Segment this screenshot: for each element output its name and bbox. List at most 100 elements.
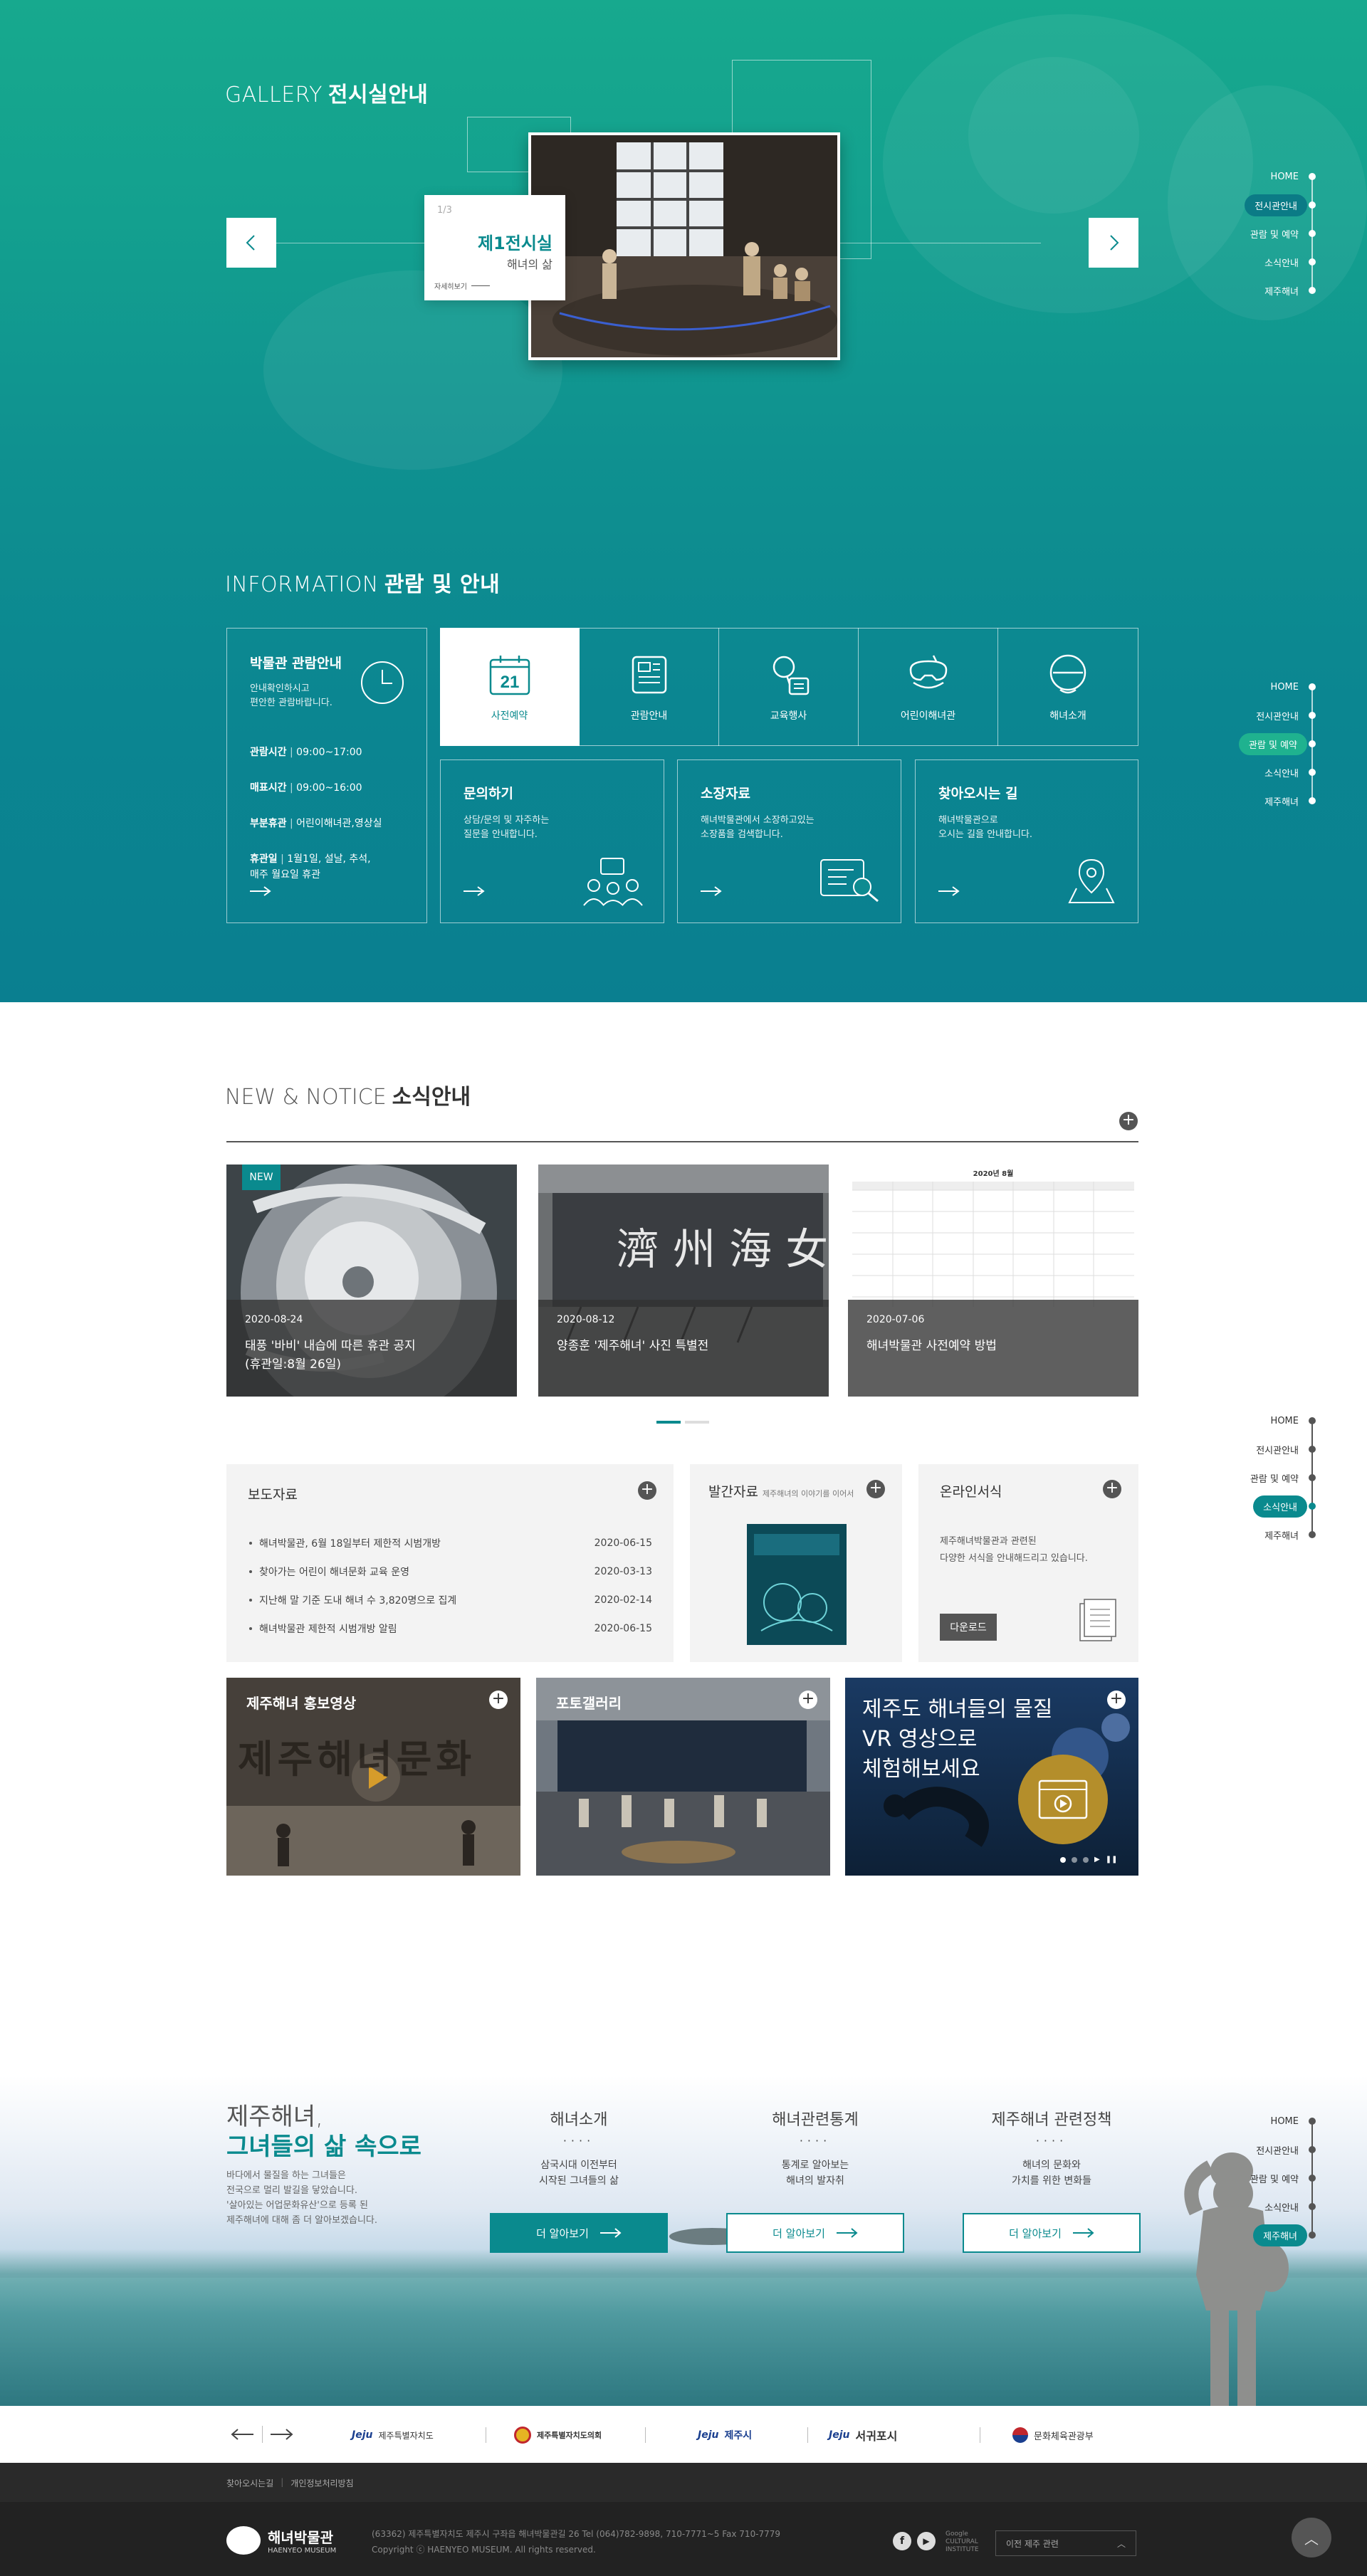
directions-card[interactable]: 찾아오시는 길 해녀박물관으로 오시는 길을 안내합니다. <box>915 759 1138 923</box>
side-nav-visit[interactable]: 관람 및 예약 <box>1193 219 1329 248</box>
dots-divider: ···· <box>1035 2134 1068 2147</box>
haenyeo-desc: 바다에서 물질을 하는 그녀들은 전국으로 멀리 발길을 닿았습니다. '살아있는 … <box>226 2170 378 2226</box>
partner-jeju-province[interactable]: Jeju 제주특별자치도 <box>352 2424 434 2446</box>
side-nav-haenyeo[interactable]: 제주해녀 <box>1193 1520 1329 1549</box>
arrow-left-icon[interactable] <box>229 2427 255 2441</box>
side-nav-news[interactable]: 소식안내 <box>1193 2192 1329 2221</box>
nav-dot <box>1309 2118 1316 2125</box>
exhibition-photo[interactable] <box>528 132 840 360</box>
arrow-right-icon[interactable] <box>269 2427 295 2441</box>
press-panel: 보도자료 + 해녀박물관, 6월 18일부터 제한적 시범개방 2020-06-1… <box>226 1464 674 1662</box>
news-date: 2020-07-06 <box>866 1314 925 1325</box>
side-nav-gallery[interactable]: 전시관안내 <box>1193 1435 1329 1463</box>
slider-indicator-active[interactable] <box>656 1421 681 1424</box>
arrow-right-icon[interactable] <box>250 885 271 897</box>
side-nav-gallery[interactable]: 전시관안내 <box>1193 2135 1329 2164</box>
detail-link[interactable]: 자세히보기 <box>434 280 490 291</box>
pause-icon[interactable]: ❚❚ <box>1106 1856 1118 1863</box>
learn-more-button[interactable]: 더 알아보기 <box>963 2213 1141 2253</box>
learn-more-button[interactable]: 더 알아보기 <box>490 2213 668 2253</box>
google-cultural-institute-logo[interactable]: Google CULTURAL INSTITUTE <box>946 2530 979 2554</box>
quick-link-kids[interactable]: 어린이해녀관 <box>859 628 998 746</box>
slider-indicator[interactable] <box>685 1421 709 1424</box>
card-desc: 상담/문의 및 자주하는 <box>463 815 550 826</box>
nav-dot <box>1309 2175 1316 2182</box>
partner-jeju-city[interactable]: Jeju 제주시 <box>698 2424 752 2446</box>
partner-jeju-council[interactable]: 제주특별자치도의회 <box>514 2424 602 2446</box>
youtube-icon[interactable]: ▶ <box>917 2532 936 2550</box>
news-title-text: 양종훈 '제주해녀' 사진 특별전 <box>557 1339 709 1353</box>
footer-link-privacy[interactable]: 개인정보처리방침 <box>290 2477 353 2489</box>
exhibition-room-card[interactable]: 1/3 제1전시실 해녀의 삶 자세히보기 <box>424 195 565 300</box>
facebook-icon[interactable]: f <box>893 2532 911 2550</box>
vr-pager: ▶ ❚❚ <box>1060 1856 1117 1863</box>
news-card[interactable]: 2020년 8월 2020-07-06 해녀박물관 사전예약 방법 <box>848 1165 1138 1397</box>
side-nav-gallery[interactable]: 전시관안내 <box>1193 701 1329 730</box>
video-more-button[interactable]: + <box>489 1691 508 1709</box>
learn-more-button[interactable]: 더 알아보기 <box>726 2213 904 2253</box>
side-nav-haenyeo[interactable]: 제주해녀 <box>1193 276 1329 305</box>
vr-play-button[interactable] <box>1018 1755 1108 1844</box>
council-emblem-icon <box>514 2427 531 2444</box>
press-item[interactable]: 해녀박물관 제한적 시범개방 알림 2020-06-15 <box>248 1614 652 1643</box>
side-nav-visit[interactable]: 관람 및 예약 <box>1193 1463 1329 1492</box>
quick-link-guide[interactable]: 관람안내 <box>580 628 719 746</box>
pager-dot[interactable] <box>1060 1856 1066 1863</box>
gallery-prev-button[interactable] <box>226 218 276 268</box>
footer-link-directions[interactable]: 찾아오시는길 <box>226 2477 273 2489</box>
press-item[interactable]: 지난해 말 기준 도내 해녀 수 3,820명으로 집계 2020-02-14 <box>248 1586 652 1614</box>
family-site-select[interactable]: 이전 제주 관련 ︿ <box>995 2530 1136 2556</box>
side-nav-visit[interactable]: 관람 및 예약 <box>1193 2164 1329 2192</box>
side-nav-home[interactable]: HOME <box>1193 162 1329 191</box>
photo-gallery-more-button[interactable]: + <box>799 1691 817 1709</box>
news-card[interactable]: NEW 2020-08-24 태풍 '바비' 내습에 따른 휴관 공지 (휴관일:… <box>226 1165 517 1397</box>
partner-seogwipo[interactable]: Jeju 서귀포시 <box>829 2424 897 2446</box>
play-icon[interactable]: ▶ <box>1094 1856 1100 1863</box>
side-nav-home[interactable]: HOME <box>1193 1407 1329 1435</box>
side-nav-home[interactable]: HOME <box>1193 673 1329 701</box>
forms-more-button[interactable]: + <box>1103 1480 1121 1498</box>
logo-separator <box>807 2427 808 2443</box>
arrow-right-icon <box>1072 2228 1094 2238</box>
card-desc: 질문을 안내합니다. <box>463 829 538 840</box>
gallery-next-button[interactable] <box>1089 218 1138 268</box>
quick-link-about[interactable]: 해녀소개 <box>998 628 1138 746</box>
side-nav-visit[interactable]: 관람 및 예약 <box>1193 730 1329 758</box>
video-label: 제주해녀 홍보영상 <box>246 1695 357 1712</box>
side-nav-home[interactable]: HOME <box>1193 2107 1329 2135</box>
press-item[interactable]: 해녀박물관, 6월 18일부터 제한적 시범개방 2020-06-15 <box>248 1529 652 1557</box>
pager-dot[interactable] <box>1072 1856 1077 1863</box>
news-more-button[interactable]: + <box>1119 1112 1138 1130</box>
vr-more-button[interactable]: + <box>1107 1691 1126 1709</box>
side-nav-news[interactable]: 소식안내 <box>1193 248 1329 276</box>
scroll-top-button[interactable]: ︿ <box>1292 2518 1331 2557</box>
side-nav-news[interactable]: 소식안내 <box>1193 1492 1329 1520</box>
press-more-button[interactable]: + <box>638 1481 656 1500</box>
vr-video-card[interactable]: 제주도 해녀들의 물질 VR 영상으로 체험해보세요 + ▶ ❚❚ <box>845 1678 1138 1876</box>
promo-video-card[interactable]: 제주해녀문화 제주해녀 홍보영상 + <box>226 1678 520 1876</box>
partner-mcst[interactable]: 문화체육관광부 <box>1012 2424 1094 2446</box>
nav-dot <box>1309 683 1316 690</box>
download-button[interactable]: 다운로드 <box>940 1614 997 1641</box>
column-desc: 해녀의 문화와 가치를 위한 변화들 <box>1012 2160 1091 2187</box>
quick-link-label: 어린이해녀관 <box>900 710 956 722</box>
hours-row: 매표시간 | 09:00~16:00 <box>250 782 362 794</box>
video-player-icon <box>1038 1779 1088 1819</box>
forms-panel: 온라인서식 + 제주해녀박물관과 관련된 다양한 서식을 안내해드리고 있습니다.… <box>918 1464 1138 1662</box>
publication-more-button[interactable]: + <box>866 1480 885 1498</box>
pager-dot[interactable] <box>1083 1856 1089 1863</box>
collection-card[interactable]: 소장자료 해녀박물관에서 소장하고있는 소장품을 검색합니다. <box>677 759 901 923</box>
side-nav-haenyeo[interactable]: 제주해녀 <box>1193 2221 1329 2249</box>
photo-gallery-card[interactable]: 포토갤러리 + <box>536 1678 830 1876</box>
news-card[interactable]: 濟 州 海 女 2020-08-12 양종훈 '제주해녀' 사진 특별전 <box>538 1165 829 1397</box>
press-title: 보도자료 <box>248 1487 298 1503</box>
side-nav-news[interactable]: 소식안내 <box>1193 758 1329 787</box>
quick-link-reservation[interactable]: 21 사전예약 <box>440 628 580 746</box>
side-nav-gallery[interactable]: 전시관안내 <box>1193 191 1329 219</box>
quick-link-education[interactable]: 교육행사 <box>719 628 859 746</box>
side-nav-haenyeo[interactable]: 제주해녀 <box>1193 787 1329 815</box>
publication-cover-image[interactable] <box>747 1524 847 1645</box>
publication-title: 발간자료 제주해녀의 이야기를 이어서 <box>708 1484 854 1500</box>
contact-card[interactable]: 문의하기 상담/문의 및 자주하는 질문을 안내합니다. <box>440 759 664 923</box>
press-item[interactable]: 찾아가는 어린이 해녀문화 교육 운영 2020-03-13 <box>248 1557 652 1586</box>
